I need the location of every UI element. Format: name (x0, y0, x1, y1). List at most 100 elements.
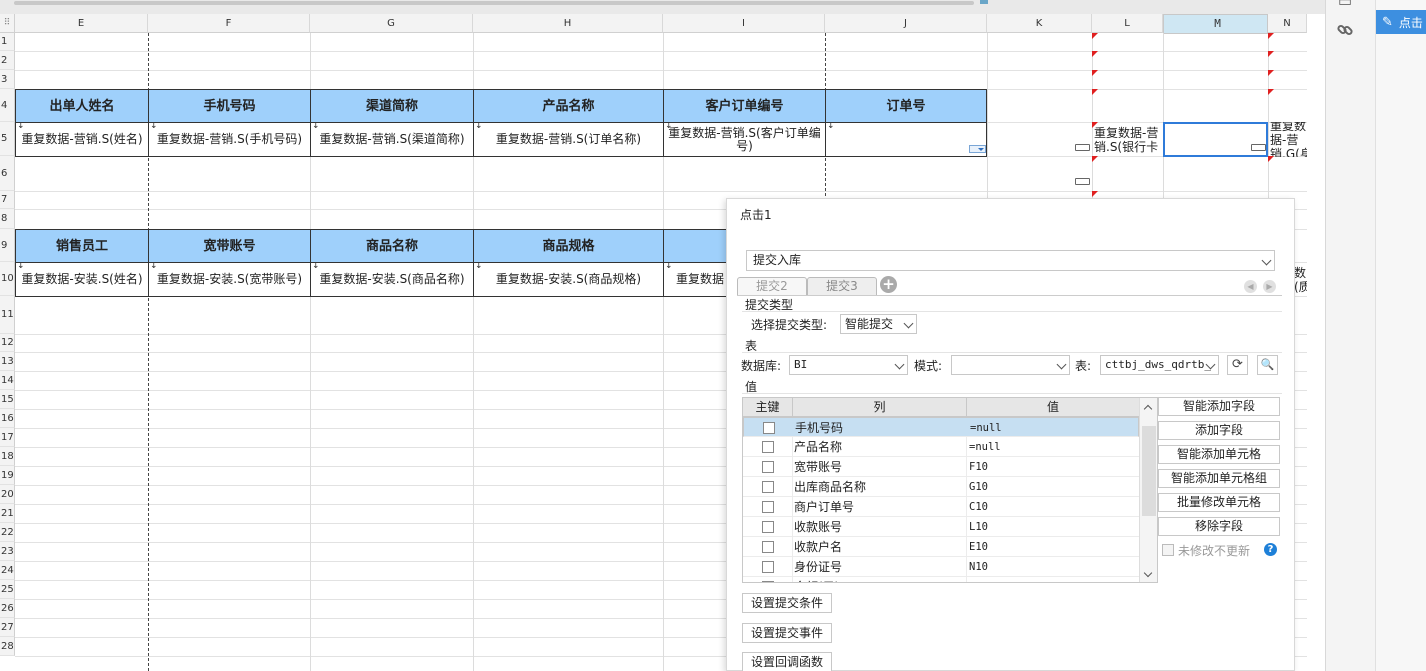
table-row[interactable]: 手机号码 =null (743, 417, 1139, 437)
table-scrollbar[interactable] (1139, 398, 1157, 582)
data-cell[interactable]: 重复数据-营销.G(身 (1268, 122, 1307, 157)
submit-type-select[interactable]: 智能提交 (840, 314, 917, 334)
horizontal-scrollbar[interactable] (14, 1, 974, 5)
row-header[interactable]: 22 (0, 523, 15, 542)
set-submit-condition-button[interactable]: 设置提交条件 (742, 593, 833, 613)
selected-cell[interactable] (1163, 122, 1268, 157)
row-header[interactable]: 15 (0, 390, 15, 409)
set-callback-button[interactable]: 设置回调函数 (742, 652, 833, 671)
data-cell[interactable]: ↓ 重复数据-安装.S(宽带账号) (148, 262, 311, 297)
header-cell[interactable]: 产品名称 (473, 89, 664, 123)
scroll-thumb[interactable] (1142, 426, 1156, 516)
primary-key-checkbox[interactable] (762, 481, 774, 493)
cell-dropdown-widget[interactable] (969, 145, 986, 153)
cell-widget-marker[interactable] (1251, 144, 1266, 151)
field-value[interactable]: =null (970, 418, 1002, 436)
row-header[interactable]: 2 (0, 51, 15, 70)
row-header[interactable]: 12 (0, 334, 15, 352)
column-header[interactable]: I (663, 14, 825, 33)
data-cell[interactable]: ↓ 重复数据-营销.S(手机号码) (148, 122, 311, 157)
row-header[interactable]: 17 (0, 428, 15, 447)
primary-key-checkbox[interactable] (762, 541, 774, 553)
data-cell[interactable]: ↓ 重复数据-安装.S(姓名) (15, 262, 149, 297)
primary-key-checkbox[interactable] (762, 581, 774, 582)
table-row[interactable]: 宽带账号 F10 (743, 457, 1139, 477)
database-select[interactable]: BI (789, 355, 908, 375)
row-header[interactable]: 23 (0, 542, 15, 561)
remove-field-button[interactable]: 移除字段 (1158, 517, 1280, 536)
table-select[interactable]: cttbj_dws_qdrtb_ (1100, 355, 1219, 375)
field-value[interactable]: L10 (969, 517, 988, 537)
field-value[interactable]: N10 (969, 557, 988, 577)
data-cell[interactable]: ↓ 重复数据-营销.S(姓名) (15, 122, 149, 157)
primary-key-checkbox[interactable] (762, 521, 774, 533)
preview-table-icon[interactable]: 🔍 (1257, 355, 1278, 375)
table-row[interactable]: 商户订单号 C10 (743, 497, 1139, 517)
schema-select[interactable] (951, 355, 1070, 375)
row-header[interactable]: 5 (0, 122, 15, 156)
edit-click-button[interactable]: ✎ 点击 (1376, 10, 1426, 34)
table-row[interactable]: 金额(元) (743, 577, 1139, 582)
link-icon[interactable] (1336, 21, 1354, 39)
column-header[interactable]: M (1163, 14, 1268, 34)
primary-key-checkbox[interactable] (762, 461, 774, 473)
data-cell[interactable]: 重复数据-营销.S(银行卡 (1092, 122, 1163, 157)
header-cell[interactable]: 手机号码 (148, 89, 311, 123)
unchanged-no-update-checkbox[interactable] (1162, 544, 1174, 556)
tab-submit-2[interactable]: 提交2 (737, 277, 807, 296)
data-cell[interactable]: ↓ 重复数据-安装.S(商品规格) (473, 262, 664, 297)
row-header[interactable]: 9 (0, 229, 15, 262)
data-cell[interactable]: ↓ 重复数据-营销.S(订单名称) (473, 122, 664, 157)
data-cell[interactable]: ↓ 重复数据 (663, 262, 733, 297)
batch-modify-cells-button[interactable]: 批量修改单元格 (1158, 493, 1280, 512)
header-cell[interactable]: 渠道简称 (310, 89, 474, 123)
header-cell[interactable]: 商品规格 (473, 229, 664, 263)
set-submit-event-button[interactable]: 设置提交事件 (742, 623, 833, 643)
column-header[interactable]: H (473, 14, 663, 33)
row-header[interactable]: 3 (0, 70, 15, 89)
data-cell[interactable]: ↓ 重复数据-安装.S(商品名称) (310, 262, 474, 297)
row-header[interactable]: 24 (0, 561, 15, 580)
table-row[interactable]: 出库商品名称 G10 (743, 477, 1139, 497)
row-header[interactable]: 18 (0, 447, 15, 466)
table-row[interactable]: 收款户名 E10 (743, 537, 1139, 557)
row-header[interactable]: 1 (0, 33, 15, 51)
field-value[interactable]: E10 (969, 537, 988, 557)
primary-key-checkbox[interactable] (763, 422, 775, 434)
field-value[interactable]: F10 (969, 457, 988, 477)
row-header[interactable]: 27 (0, 618, 15, 637)
cell-widget-marker[interactable] (1075, 144, 1090, 151)
row-header[interactable]: 28 (0, 637, 15, 656)
column-header[interactable]: F (148, 14, 310, 33)
field-table[interactable]: 主键 列 值 手机号码 =null 产品名称 =null 宽带账号 F10 出库商品名称 G1… (742, 397, 1158, 583)
add-tab-icon[interactable]: + (880, 276, 897, 293)
data-cell[interactable]: ↓ 重复数据-营销.S(客户订单编号) (663, 122, 826, 157)
row-header[interactable]: 26 (0, 599, 15, 618)
row-header[interactable]: 8 (0, 209, 15, 229)
header-cell[interactable]: 商品名称 (310, 229, 474, 263)
row-header[interactable]: 14 (0, 371, 15, 390)
row-header[interactable]: 13 (0, 352, 15, 371)
scroll-up-icon[interactable] (1143, 404, 1153, 414)
order-number-cell[interactable]: ↓ (825, 122, 987, 157)
row-header[interactable]: 10 (0, 262, 15, 296)
primary-key-checkbox[interactable] (762, 441, 774, 453)
table-row[interactable]: 身份证号 N10 (743, 557, 1139, 577)
scroll-down-icon[interactable] (1143, 568, 1153, 578)
field-value[interactable]: =null (969, 437, 1001, 457)
row-header[interactable]: 4 (0, 89, 15, 122)
column-header[interactable]: E (15, 14, 148, 33)
row-header[interactable]: 11 (0, 296, 15, 334)
column-header[interactable]: K (987, 14, 1092, 33)
field-value[interactable]: G10 (969, 477, 988, 497)
cell-widget-marker[interactable] (1075, 178, 1090, 185)
select-all-corner[interactable]: ⠿ (0, 14, 15, 33)
header-cell[interactable]: 销售员工 (15, 229, 149, 263)
field-value[interactable]: C10 (969, 497, 988, 517)
header-cell[interactable] (663, 229, 733, 263)
row-header[interactable]: 20 (0, 485, 15, 504)
header-cell[interactable]: 订单号 (825, 89, 987, 123)
primary-key-checkbox[interactable] (762, 501, 774, 513)
smart-add-field-button[interactable]: 智能添加字段 (1158, 397, 1280, 416)
tab-prev-icon[interactable]: ◀ (1244, 280, 1257, 293)
